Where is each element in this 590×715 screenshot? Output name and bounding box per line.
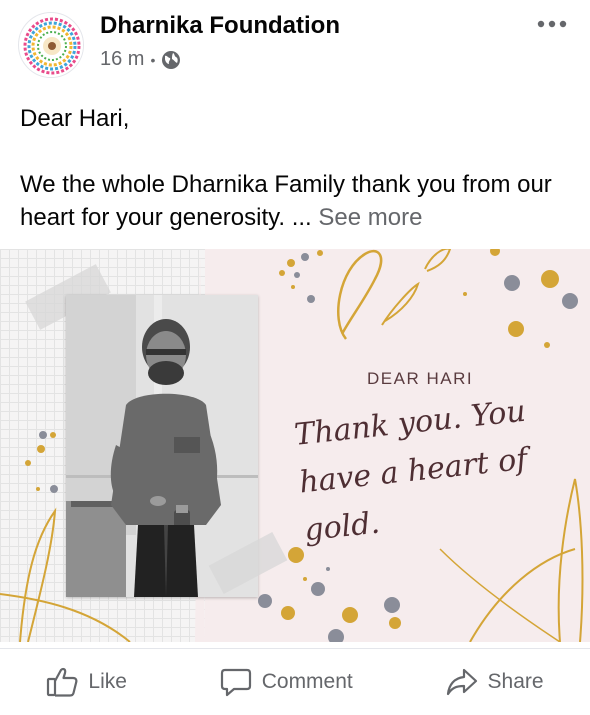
share-icon — [446, 668, 477, 696]
card-greeting: DEAR HARI — [367, 369, 474, 388]
card-script-text: Thank you. You have a heart of gold. — [292, 393, 529, 549]
action-bar: Like Comment Share — [0, 648, 590, 715]
comment-label: Comment — [261, 670, 353, 693]
post-text: Dear Hari, We the whole Dharnika Family … — [20, 102, 580, 234]
post-header: Dharnika Foundation 16 m • — [0, 0, 590, 90]
share-button[interactable]: Share — [432, 659, 558, 705]
post-meta: 16 m • — [100, 48, 181, 71]
page-avatar[interactable] — [18, 12, 84, 78]
post-text-greeting: Dear Hari, — [20, 105, 130, 132]
post-image-card[interactable]: DEAR HARI Thank you. You have a heart of… — [0, 249, 590, 642]
comment-button[interactable]: Comment — [206, 659, 367, 705]
more-options-button[interactable] — [532, 10, 572, 38]
page-name[interactable]: Dharnika Foundation — [100, 12, 340, 40]
post-text-body-content: We the whole Dharnika Family thank you f… — [20, 171, 552, 231]
share-label: Share — [487, 670, 544, 693]
photo — [66, 295, 258, 597]
globe-icon — [162, 50, 181, 69]
post-text-body: We the whole Dharnika Family thank you f… — [20, 168, 580, 234]
like-label: Like — [88, 670, 127, 693]
post-time[interactable]: 16 m — [100, 48, 144, 71]
thumbs-up-icon — [47, 667, 78, 697]
more-horizontal-icon — [537, 20, 567, 28]
comment-icon — [220, 668, 251, 697]
see-more-link[interactable]: See more — [318, 204, 422, 231]
like-button[interactable]: Like — [32, 659, 141, 705]
meta-separator: • — [150, 51, 156, 68]
